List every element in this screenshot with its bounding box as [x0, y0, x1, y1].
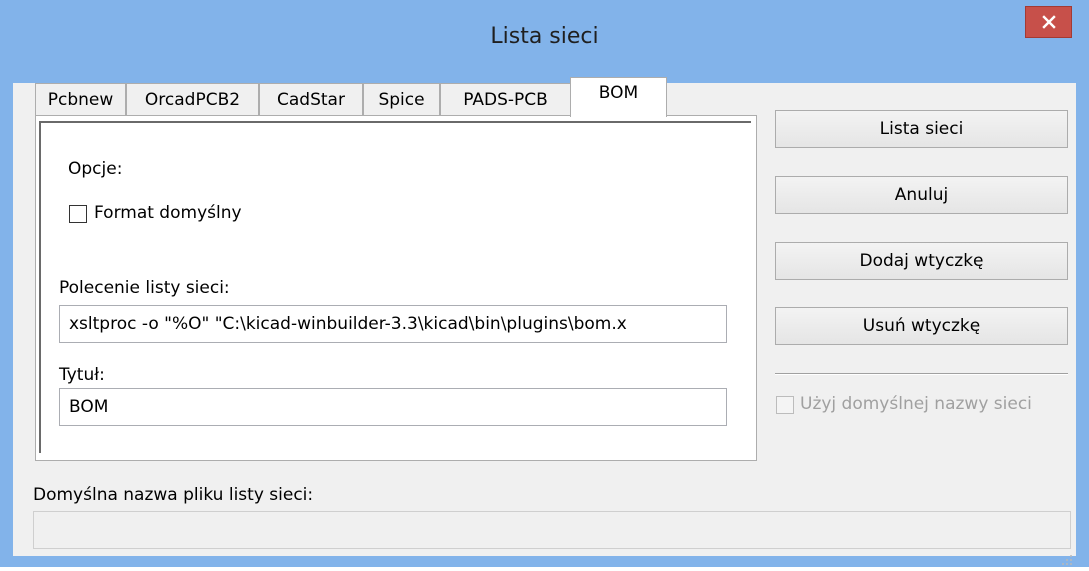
dialog-window: Lista sieci Pcbnew OrcadPCB2 CadStar Spi… — [0, 0, 1089, 567]
tab-label: Pcbnew — [47, 89, 114, 110]
title-input[interactable]: BOM — [59, 388, 727, 426]
command-input[interactable]: xsltproc -o "%O" "C:\kicad-winbuilder-3.… — [59, 305, 727, 343]
tab-label: BOM — [598, 83, 639, 103]
default-filename-input — [33, 511, 1071, 549]
tab-label: Spice — [378, 89, 425, 110]
command-label: Polecenie listy sieci: — [59, 278, 230, 298]
tab-orcadpcb2[interactable]: OrcadPCB2 — [126, 83, 259, 115]
bom-panel-frame: Opcje: Format domyślny Polecenie listy s… — [39, 121, 751, 453]
title-bar[interactable]: Lista sieci — [0, 0, 1089, 83]
tab-spice[interactable]: Spice — [363, 83, 440, 115]
remove-plugin-button[interactable]: Usuń wtyczkę — [775, 307, 1068, 345]
dialog-client-area: Pcbnew OrcadPCB2 CadStar Spice PADS-PCB … — [13, 77, 1076, 565]
button-separator — [775, 373, 1068, 375]
add-plugin-button-label: Dodaj wtyczkę — [859, 251, 984, 271]
close-button[interactable] — [1025, 6, 1072, 38]
tab-label: CadStar — [277, 89, 345, 110]
cancel-button-label: Anuluj — [894, 185, 949, 205]
use-default-name-label[interactable]: Użyj domyślnej nazwy sieci — [800, 394, 1032, 414]
tab-pads-pcb[interactable]: PADS-PCB — [440, 83, 571, 115]
tab-label: PADS-PCB — [463, 89, 548, 110]
tab-bom[interactable]: BOM — [570, 77, 667, 117]
cancel-button[interactable]: Anuluj — [775, 176, 1068, 214]
default-format-label[interactable]: Format domyślny — [94, 203, 242, 223]
window-title: Lista sieci — [490, 24, 599, 49]
netlist-button[interactable]: Lista sieci — [775, 110, 1068, 148]
remove-plugin-button-label: Usuń wtyczkę — [862, 316, 981, 336]
default-format-checkbox[interactable] — [69, 205, 87, 223]
default-filename-label: Domyślna nazwa pliku listy sieci: — [33, 485, 314, 505]
resize-grip-icon[interactable] — [1059, 551, 1073, 565]
tab-cadstar[interactable]: CadStar — [259, 83, 363, 115]
tab-pcbnew[interactable]: Pcbnew — [35, 83, 126, 115]
bom-tab-panel: Opcje: Format domyślny Polecenie listy s… — [35, 115, 757, 461]
add-plugin-button[interactable]: Dodaj wtyczkę — [775, 242, 1068, 280]
close-icon — [1041, 15, 1056, 29]
tab-label: OrcadPCB2 — [144, 89, 241, 110]
options-label: Opcje: — [68, 159, 123, 179]
use-default-name-checkbox[interactable] — [776, 396, 794, 414]
title-label: Tytuł: — [59, 365, 105, 385]
netlist-button-label: Lista sieci — [879, 119, 964, 139]
